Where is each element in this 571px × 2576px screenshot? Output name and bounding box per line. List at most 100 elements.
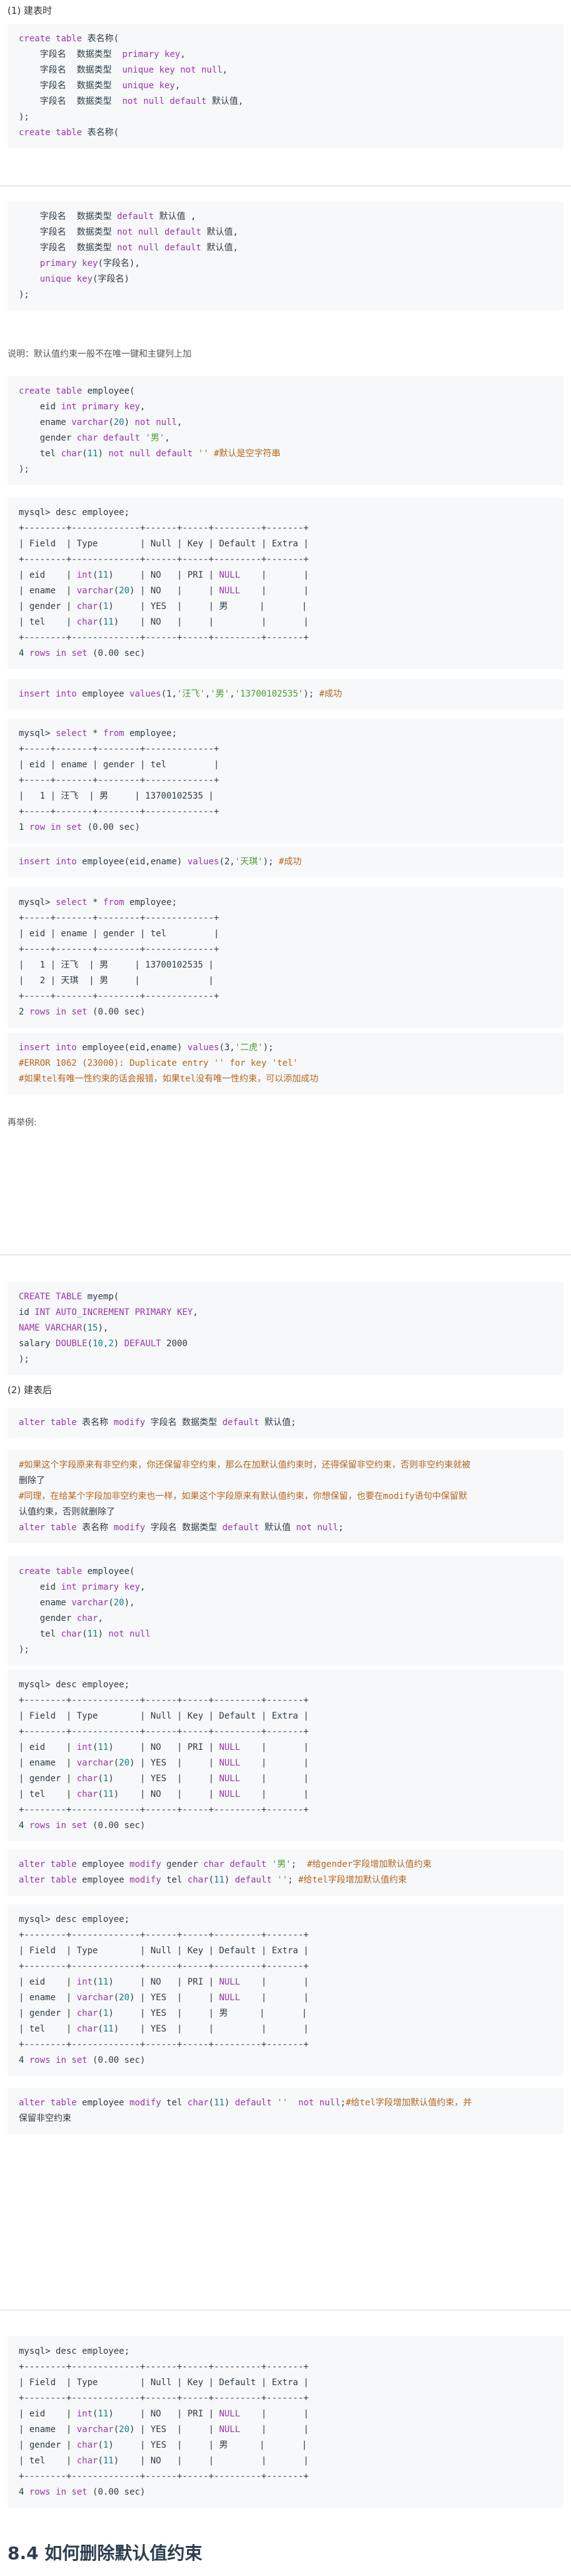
code-block: create table 表名称( 字段名 数据类型 primary key, … [8, 24, 563, 148]
code-line: 4 rows in set (0.00 sec) [19, 1821, 146, 1831]
code-line: | Field | Type | Null | Key | Default | … [19, 539, 309, 549]
code-line: #如果tel有唯一性约束的话会报错，如果tel没有唯一性约束，可以添加成功 [19, 1074, 318, 1084]
code-line: CREATE TABLE myemp( [19, 1292, 119, 1302]
code-line: mysql> select * from employee; [19, 897, 177, 907]
code-line: 字段名 数据类型 not null default 默认值, [19, 96, 244, 106]
code-line: gender char default '男', [19, 433, 170, 443]
code-line: unique key(字段名) [39, 274, 129, 284]
code-line: 认值约束，否则就删除了 [19, 1507, 115, 1517]
code-line: +--------+-------------+------+-----+---… [19, 2393, 309, 2403]
code-line: 保留非空约束 [19, 2113, 71, 2124]
code-line: create table 表名称( [19, 34, 119, 44]
code-line: | eid | int(11) | NO | PRI | NULL | | [19, 570, 309, 580]
code-line: ); [19, 112, 29, 122]
code-line: | eid | int(11) | NO | PRI | NULL | | [19, 1977, 309, 1987]
code-line: | tel | char(11) | YES | | | | [19, 2024, 309, 2034]
code-block: mysql> desc employee; +--------+---------… [8, 1904, 563, 2076]
code-line: | 1 | 汪飞 | 男 | 13700102535 | [19, 960, 214, 970]
code-line: | 1 | 汪飞 | 男 | 13700102535 | [19, 791, 214, 801]
code-line: mysql> select * from employee; [19, 728, 177, 739]
code-line: 字段名 数据类型 unique key, [19, 81, 181, 91]
code-line: | gender | char(1) | YES | | 男 | | [19, 601, 307, 611]
code-line: +--------+-------------+------+-----+---… [19, 523, 309, 533]
code-line: alter table 表名称 modify 字段名 数据类型 default … [19, 1418, 296, 1428]
page-separator [0, 1254, 571, 1255]
code-line: | Field | Type | Null | Key | Default | … [19, 1946, 309, 1956]
section-heading-after-create: (2) 建表后 [8, 1384, 53, 1396]
code-line: +--------+-------------+------+-----+---… [19, 1930, 309, 1940]
code-line: | 2 | 天琪 | 男 | | [19, 976, 214, 986]
code-line: | tel | char(11) | NO | | NULL | | [19, 1789, 309, 1799]
code-line: 字段名 数据类型 not null default 默认值, [19, 227, 238, 237]
code-line: ename varchar(20) not null, [19, 417, 183, 427]
code-line: +-----+-------+--------+-------------+ [19, 913, 220, 923]
code-line: +--------+-------------+------+-----+---… [19, 2040, 309, 2050]
code-block: mysql> select * from employee; +-----+---… [8, 887, 563, 1028]
example-label: 再举例: [8, 1118, 37, 1128]
code-line: +--------+-------------+------+-----+---… [19, 555, 309, 565]
code-line: create table employee( [19, 386, 135, 396]
code-line: primary key(字段名), [39, 258, 140, 268]
code-line: +--------+-------------+------+-----+---… [19, 1695, 309, 1705]
code-line: | eid | ename | gender | tel | [19, 760, 220, 770]
code-line: eid int primary key, [19, 1582, 146, 1592]
code-line: 删除了 [19, 1476, 45, 1486]
code-line: create table employee( [19, 1567, 135, 1577]
code-block: create table employee( eid int primary k… [8, 376, 563, 485]
code-line: eid int primary key, [19, 402, 146, 412]
code-line: salary DOUBLE(10,2) DEFAULT 2000 [19, 1339, 188, 1349]
code-line: 1 row in set (0.00 sec) [19, 822, 140, 832]
code-line: insert into employee(eid,ename) values(2… [19, 857, 302, 867]
page-separator [0, 185, 571, 187]
code-line: 字段名 数据类型 primary key, [19, 49, 186, 59]
code-line: ename varchar(20), [19, 1598, 135, 1608]
code-line: | Field | Type | Null | Key | Default | … [19, 2378, 309, 2388]
code-line: | ename | varchar(20) | YES | | NULL | | [19, 1993, 309, 2003]
code-line: 字段名 数据类型 default 默认值 , [19, 212, 196, 222]
code-block: create table employee( eid int primary k… [8, 1556, 563, 1665]
code-line: #同理，在给某个字段加非空约束也一样，如果这个字段原来有默认值约束，你想保留，也… [19, 1491, 467, 1501]
code-line: tel char(11) not null [19, 1629, 151, 1639]
code-block: insert into employee(eid,ename) values(3… [8, 1033, 563, 1095]
code-line: 字段名 数据类型 unique key not null, [19, 65, 228, 75]
code-line: | eid | int(11) | NO | PRI | NULL | | [19, 2409, 309, 2419]
code-line: +--------+-------------+------+-----+---… [19, 1727, 309, 1737]
code-line: | eid | ename | gender | tel | [19, 929, 220, 939]
code-line: mysql> desc employee; [19, 508, 130, 518]
code-block: insert into employee values(1,'汪飞','男','… [8, 679, 563, 710]
code-line: ); [19, 1645, 29, 1655]
code-line: +--------+-------------+------+-----+---… [19, 1805, 309, 1815]
code-line: mysql> desc employee; [19, 1680, 130, 1690]
code-line: | gender | char(1) | YES | | NULL | | [19, 1774, 309, 1784]
code-line: | ename | varchar(20) | NO | | NULL | | [19, 586, 309, 596]
code-line: +-----+-------+--------+-------------+ [19, 744, 220, 754]
code-line: mysql> desc employee; [19, 1914, 130, 1924]
code-line: tel char(11) not null default '' #默认是空字符… [19, 449, 281, 459]
code-block: #如果这个字段原来有非空约束，你还保留非空约束，那么在加默认值约束时，还得保留非… [8, 1450, 563, 1543]
code-line: mysql> desc employee; [19, 2346, 130, 2356]
code-line: insert into employee values(1,'汪飞','男','… [19, 689, 342, 699]
code-line: 4 rows in set (0.00 sec) [19, 648, 146, 658]
code-line: | eid | int(11) | NO | PRI | NULL | | [19, 1742, 309, 1752]
code-block: 字段名 数据类型 default 默认值 , 字段名 数据类型 not null… [8, 202, 563, 310]
code-line: 4 rows in set (0.00 sec) [19, 2487, 146, 2497]
section-heading-create-time: (1) 建表时 [8, 5, 53, 16]
code-line: | tel | char(11) | NO | | | | [19, 2456, 309, 2466]
code-line: alter table employee modify tel char(11)… [19, 1875, 407, 1885]
code-line: 2 rows in set (0.00 sec) [19, 1007, 146, 1017]
code-line: ); [19, 1354, 29, 1364]
code-line: #ERROR 1062 (23000): Duplicate entry '' … [19, 1058, 298, 1068]
code-block: insert into employee(eid,ename) values(2… [8, 847, 563, 877]
code-line: gender char, [19, 1613, 103, 1623]
code-line: insert into employee(eid,ename) values(3… [19, 1043, 274, 1053]
code-block: CREATE TABLE myemp(id INT AUTO_INCREMENT… [8, 1282, 563, 1375]
code-line: +--------+-------------+------+-----+---… [19, 633, 309, 643]
note-text: 说明：默认值约束一般不在唯一键和主键列上加 [8, 349, 191, 359]
code-line: ); [19, 290, 29, 300]
code-block: alter table employee modify tel char(11)… [8, 2088, 563, 2134]
code-line: #如果这个字段原来有非空约束，你还保留非空约束，那么在加默认值约束时，还得保留非… [19, 1460, 471, 1470]
code-line: alter table employee modify tel char(11)… [19, 2098, 472, 2108]
code-line: 4 rows in set (0.00 sec) [19, 2055, 146, 2065]
code-line: +--------+-------------+------+-----+---… [19, 2471, 309, 2481]
section-heading-remove-default: 8.4 如何删除默认值约束 [8, 2543, 203, 2563]
